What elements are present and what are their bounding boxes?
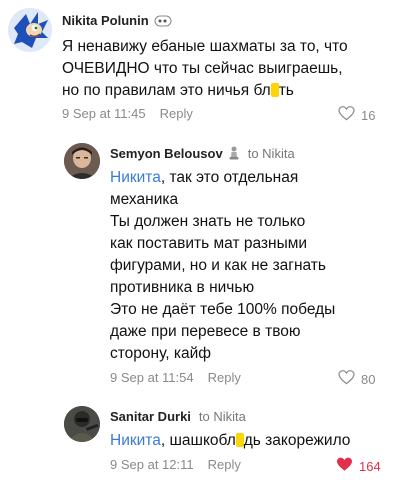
pill-emoji-icon — [154, 15, 172, 30]
reply-to-prefix: to — [247, 146, 259, 161]
reply-button[interactable]: Reply — [208, 457, 241, 472]
comment-line-part: дь закорежило — [243, 432, 351, 449]
reply-to-label: to Nikita — [248, 146, 295, 161]
author-name[interactable]: Sanitar Durki to Nikita — [110, 409, 246, 424]
like-count: 80 — [361, 371, 376, 387]
heart-outline-icon — [338, 370, 355, 388]
comment-line: но по правилам это ничья бл ть — [62, 80, 348, 102]
reply-button[interactable]: Reply — [160, 106, 193, 121]
comment-line: сторону, кайф — [110, 345, 212, 362]
heart-filled-icon — [336, 457, 353, 475]
comment-line-part: , шашкобл — [160, 432, 236, 449]
reply-to-prefix: to — [198, 409, 210, 424]
reply-to-label: to Nikita — [199, 409, 246, 424]
comment-line-part: , так это отдельная — [160, 169, 299, 186]
timestamp: 9 Sep at 11:45 — [62, 106, 146, 121]
yellow-marker-icon — [270, 83, 279, 97]
like-button[interactable]: 16 — [338, 106, 375, 124]
comment-meta: 9 Sep at 11:54 Reply — [110, 370, 241, 385]
comment-line: Никита, шашкобл дь закорежило — [110, 430, 350, 452]
comment-line: фигурами, но и как не загнать — [110, 257, 326, 274]
man-avatar-icon — [64, 143, 100, 179]
mention-link[interactable]: Никита — [110, 432, 161, 449]
author-name[interactable]: Nikita Polunin — [62, 13, 172, 30]
comment-line-part: но по правилам это ничья бл — [62, 82, 271, 99]
heart-outline-icon — [338, 106, 355, 124]
comment-line: ОЧЕВИДНО что ты сейчас выиграешь, — [62, 60, 343, 77]
author-label[interactable]: Sanitar Durki — [110, 409, 191, 424]
yellow-marker-icon — [235, 433, 244, 447]
man-avatar[interactable] — [64, 143, 100, 179]
comment-line: Никита, так это отдельная — [110, 167, 335, 189]
comment-line: как поставить мат разными — [110, 235, 308, 252]
comment-meta: 9 Sep at 12:11 Reply — [110, 457, 241, 472]
sonic-avatar[interactable] — [8, 8, 52, 52]
like-count: 164 — [359, 458, 381, 474]
comment-line: Это не даёт тебе 100% победы — [110, 301, 336, 318]
timestamp: 9 Sep at 11:54 — [110, 370, 194, 385]
author-name[interactable]: Semyon Belousov to Nikita — [110, 146, 295, 163]
like-button[interactable]: 164 — [336, 457, 381, 475]
comment-line: Ты должен знать не только — [110, 213, 306, 230]
soldier-avatar[interactable] — [64, 406, 100, 442]
comment-line: механика — [110, 191, 179, 208]
comment-text: Я ненавижу ебаные шахматы за то, что ОЧЕ… — [62, 36, 348, 102]
timestamp: 9 Sep at 12:11 — [110, 457, 194, 472]
comment-line: даже при перевесе в твою — [110, 323, 301, 340]
reply-button[interactable]: Reply — [208, 370, 241, 385]
chess-pawn-emoji-icon — [228, 146, 240, 163]
comment-line: Я ненавижу ебаные шахматы за то, что — [62, 38, 348, 55]
reply-to-link[interactable]: Nikita — [213, 409, 246, 424]
comment-meta: 9 Sep at 11:45 Reply — [62, 106, 193, 121]
reply-to-link[interactable]: Nikita — [262, 146, 295, 161]
comment-line: противника в ничью — [110, 279, 255, 296]
comment-line-part: ть — [278, 82, 294, 99]
author-label[interactable]: Nikita Polunin — [62, 13, 149, 28]
like-count: 16 — [361, 107, 376, 123]
author-label[interactable]: Semyon Belousov — [110, 146, 223, 161]
mention-link[interactable]: Никита — [110, 169, 161, 186]
like-button[interactable]: 80 — [338, 370, 375, 388]
comment-text: Никита, так это отдельная механика Ты до… — [110, 167, 335, 365]
sonic-avatar-icon — [8, 8, 52, 52]
comment-text: Никита, шашкобл дь закорежило — [110, 430, 350, 452]
soldier-avatar-icon — [64, 406, 100, 442]
